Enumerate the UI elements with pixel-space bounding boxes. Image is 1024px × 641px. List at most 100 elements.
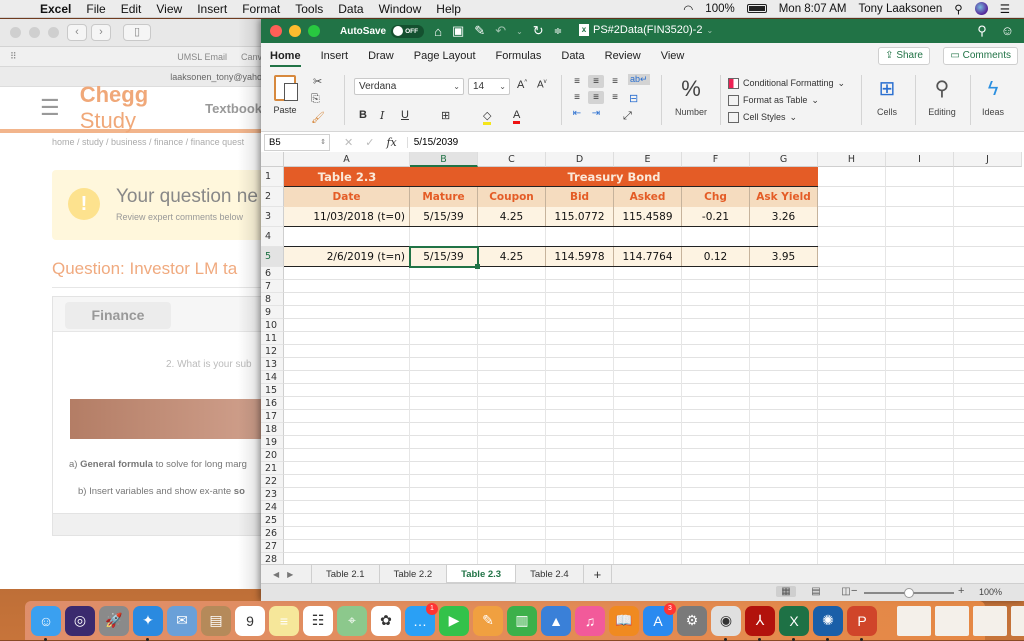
- row-header-11[interactable]: 11: [261, 332, 284, 345]
- minimize-window-button[interactable]: [29, 27, 40, 38]
- row-header-19[interactable]: 19: [261, 436, 284, 449]
- number-format-button[interactable]: % Number: [669, 77, 713, 118]
- menu-edit[interactable]: Edit: [121, 2, 142, 16]
- select-all-corner[interactable]: [261, 152, 284, 167]
- dock-contacts-icon[interactable]: ▤: [201, 605, 231, 636]
- ideas-button[interactable]: ϟ Ideas: [981, 77, 1005, 117]
- dock-pages-icon[interactable]: ✎: [473, 605, 503, 636]
- cell-d3[interactable]: 115.0772: [546, 207, 614, 227]
- align-top-icon[interactable]: ≡: [569, 75, 585, 88]
- user-name[interactable]: Tony Laaksonen: [858, 3, 942, 15]
- font-color-icon[interactable]: A: [513, 109, 521, 124]
- row-header-10[interactable]: 10: [261, 319, 284, 332]
- dock-recent-document-icon[interactable]: [935, 605, 969, 636]
- dock-numbers-icon[interactable]: ▥: [507, 605, 537, 636]
- dock-finder-icon[interactable]: ☺: [31, 605, 61, 641]
- dock-launchpad-icon[interactable]: 🚀: [99, 605, 129, 636]
- cell-c5[interactable]: 4.25: [478, 247, 546, 267]
- row-header-9[interactable]: 9: [261, 306, 284, 319]
- row-header-6[interactable]: 6: [261, 267, 284, 280]
- row-header-22[interactable]: 22: [261, 475, 284, 488]
- hamburger-menu-icon[interactable]: ☰: [40, 95, 60, 121]
- chegg-study-logo[interactable]: Chegg Study: [80, 82, 185, 134]
- autosave-toggle[interactable]: OFF: [391, 24, 425, 38]
- share-button[interactable]: ⇪ Share: [878, 47, 930, 65]
- dock-photos-icon[interactable]: ✿: [371, 605, 401, 636]
- row-header-27[interactable]: 27: [261, 540, 284, 553]
- menu-app-name[interactable]: Excel: [40, 2, 71, 16]
- dock-safari-icon[interactable]: ✦: [133, 605, 163, 641]
- page-layout-view-icon[interactable]: ▤: [806, 586, 826, 597]
- siri-icon[interactable]: [974, 2, 988, 15]
- cell-g5[interactable]: 3.95: [750, 247, 818, 267]
- tab-data[interactable]: Data: [561, 43, 584, 69]
- sheet-nav-arrows[interactable]: ◀▶: [261, 570, 311, 579]
- column-header-j[interactable]: J: [954, 152, 1022, 167]
- row-header-2[interactable]: 2: [261, 187, 284, 207]
- menu-tools[interactable]: Tools: [295, 2, 323, 16]
- row-header-14[interactable]: 14: [261, 371, 284, 384]
- row-header-8[interactable]: 8: [261, 293, 284, 306]
- spotlight-search-icon[interactable]: ⚲: [954, 2, 962, 16]
- insert-function-icon[interactable]: fx: [386, 136, 396, 149]
- document-title[interactable]: x PS#2Data(FIN3520)-2 ⌄: [579, 24, 713, 36]
- edit-workbook-icon[interactable]: ✎: [474, 23, 485, 39]
- breadcrumb[interactable]: home / study / business / finance / fina…: [0, 137, 262, 147]
- conditional-formatting-button[interactable]: Conditional Formatting ⌄: [728, 75, 845, 92]
- table-title-left[interactable]: Table 2.3: [284, 167, 410, 187]
- wrap-text-icon[interactable]: ab↵: [628, 74, 650, 85]
- menu-help[interactable]: Help: [436, 2, 461, 16]
- row-header-5[interactable]: 5: [261, 247, 284, 267]
- selected-cell-b5[interactable]: [409, 246, 479, 268]
- menu-view[interactable]: View: [156, 2, 182, 16]
- tab-insert[interactable]: Insert: [321, 43, 349, 69]
- row-header-1[interactable]: 1: [261, 167, 284, 187]
- cell-f3[interactable]: -0.21: [682, 207, 750, 227]
- cell-c2[interactable]: Coupon: [478, 187, 546, 207]
- zoom-window-button[interactable]: [48, 27, 59, 38]
- format-as-table-button[interactable]: Format as Table ⌄: [728, 92, 845, 109]
- row-header-18[interactable]: 18: [261, 423, 284, 436]
- dock-recent-document-icon[interactable]: [973, 605, 1007, 636]
- feedback-smiley-icon[interactable]: ☺: [1001, 23, 1014, 39]
- row-header-12[interactable]: 12: [261, 345, 284, 358]
- cell-f5[interactable]: 0.12: [682, 247, 750, 267]
- decrease-indent-icon[interactable]: ⇤: [569, 107, 585, 120]
- align-right-icon[interactable]: ≡: [607, 91, 623, 104]
- table-title-center[interactable]: Treasury Bond: [546, 167, 682, 187]
- cell-e2[interactable]: Asked: [614, 187, 682, 207]
- name-box[interactable]: B5 ⇕: [264, 133, 330, 151]
- font-size-select[interactable]: 14 ⌄: [468, 78, 510, 95]
- notification-center-icon[interactable]: ☰: [1000, 2, 1010, 16]
- minimize-window-button[interactable]: [289, 25, 301, 37]
- column-header-a[interactable]: A: [284, 152, 410, 167]
- column-header-f[interactable]: F: [682, 152, 750, 167]
- column-header-h[interactable]: H: [818, 152, 886, 167]
- zoom-slider[interactable]: [864, 588, 954, 598]
- back-button[interactable]: ‹: [67, 24, 87, 41]
- fill-color-icon[interactable]: ◇: [483, 109, 492, 125]
- cell-c3[interactable]: 4.25: [478, 207, 546, 227]
- zoom-slider-knob[interactable]: [904, 588, 914, 598]
- align-middle-icon[interactable]: ≡: [588, 75, 604, 88]
- cell-e5[interactable]: 114.7764: [614, 247, 682, 267]
- column-header-c[interactable]: C: [478, 152, 546, 167]
- wifi-icon[interactable]: ◠: [683, 2, 693, 16]
- row-header-16[interactable]: 16: [261, 397, 284, 410]
- orientation-icon[interactable]: ⤢: [623, 110, 632, 123]
- undo-dropdown-icon[interactable]: ⌄: [516, 27, 523, 36]
- cut-icon[interactable]: ✂: [313, 75, 322, 88]
- row-header-24[interactable]: 24: [261, 501, 284, 514]
- cell-b3[interactable]: 5/15/39: [410, 207, 478, 227]
- tab-page-layout[interactable]: Page Layout: [414, 43, 476, 69]
- sheet-tab-table-2-3[interactable]: Table 2.3: [446, 564, 516, 584]
- formula-input[interactable]: 5/15/2039: [406, 136, 458, 148]
- row-header-17[interactable]: 17: [261, 410, 284, 423]
- dock-recent-document-icon[interactable]: [897, 605, 931, 636]
- row-header-26[interactable]: 26: [261, 527, 284, 540]
- cancel-icon[interactable]: ✕: [344, 136, 353, 149]
- dock-system-preferences-icon[interactable]: ⚙: [677, 605, 707, 636]
- align-center-icon[interactable]: ≡: [588, 91, 604, 104]
- row-header-28[interactable]: 28: [261, 553, 284, 564]
- undo-icon[interactable]: ↶: [495, 23, 506, 39]
